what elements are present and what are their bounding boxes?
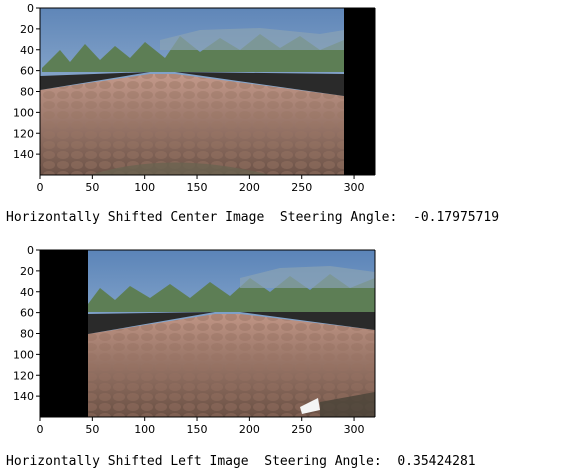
y-tick-label: 100 xyxy=(13,348,34,361)
y-tick-label: 0 xyxy=(27,2,34,15)
x-tick-label: 150 xyxy=(187,423,208,436)
image-axes-center: 0 20 40 60 80 100 120 140 0 50 100 150 200 250 300 xyxy=(13,2,376,194)
x-axis-ticks: 0 50 100 150 200 250 300 xyxy=(37,175,365,194)
x-tick-label: 50 xyxy=(85,423,99,436)
y-tick-label: 20 xyxy=(20,23,34,36)
y-tick-label: 140 xyxy=(13,148,34,161)
x-tick-label: 300 xyxy=(344,181,365,194)
x-tick-label: 300 xyxy=(344,423,365,436)
caption-left-image: Horizontally Shifted Left Image Steering… xyxy=(6,454,476,469)
x-tick-label: 0 xyxy=(37,423,44,436)
camera-image xyxy=(40,250,375,417)
y-tick-label: 40 xyxy=(20,286,34,299)
y-tick-label: 40 xyxy=(20,44,34,57)
y-tick-label: 60 xyxy=(20,65,34,78)
panel-left-image: 0 20 40 60 80 100 120 140 0 50 100 150 200 250 300 Ho… xyxy=(0,242,569,475)
y-tick-label: 20 xyxy=(20,265,34,278)
x-tick-label: 250 xyxy=(291,423,312,436)
x-tick-label: 150 xyxy=(187,181,208,194)
x-tick-label: 200 xyxy=(239,181,260,194)
camera-image xyxy=(40,8,375,175)
panel-center-image: 0 20 40 60 80 100 120 140 0 50 100 150 200 250 300 Ho… xyxy=(0,0,569,236)
y-tick-label: 0 xyxy=(27,244,34,257)
x-axis-ticks: 0 50 100 150 200 250 300 xyxy=(37,417,365,436)
x-tick-label: 250 xyxy=(291,181,312,194)
y-tick-label: 120 xyxy=(13,127,34,140)
x-tick-label: 50 xyxy=(85,181,99,194)
y-tick-label: 140 xyxy=(13,390,34,403)
y-tick-label: 120 xyxy=(13,369,34,382)
image-axes-left: 0 20 40 60 80 100 120 140 0 50 100 150 200 250 300 xyxy=(13,244,376,436)
caption-center-image: Horizontally Shifted Center Image Steeri… xyxy=(6,210,500,225)
y-tick-label: 100 xyxy=(13,106,34,119)
x-tick-label: 100 xyxy=(134,181,155,194)
x-tick-label: 200 xyxy=(239,423,260,436)
y-tick-label: 60 xyxy=(20,307,34,320)
y-tick-label: 80 xyxy=(20,328,34,341)
y-tick-label: 80 xyxy=(20,86,34,99)
x-tick-label: 0 xyxy=(37,181,44,194)
x-tick-label: 100 xyxy=(134,423,155,436)
